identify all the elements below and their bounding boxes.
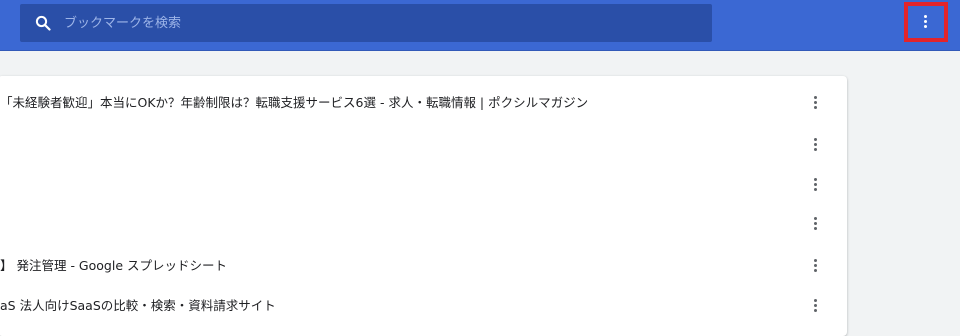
bookmark-row[interactable]: 「未経験者歓迎」本当にOKか？年齢制限は？転職支援サービス6選 - 求人・転職情… — [0, 84, 847, 122]
more-vert-icon — [814, 299, 818, 313]
more-vert-icon — [924, 15, 928, 29]
bookmark-title[interactable]: 】 発注管理 - Google スプレッドシート — [0, 247, 227, 285]
more-vert-icon — [814, 138, 818, 152]
search-icon — [35, 15, 51, 31]
bookmark-row[interactable] — [0, 166, 847, 204]
bookmark-menu-button[interactable] — [804, 173, 828, 197]
more-vert-icon — [814, 96, 818, 110]
bookmark-row[interactable] — [0, 126, 847, 164]
more-vert-icon — [814, 178, 818, 192]
bookmark-menu-button[interactable] — [804, 254, 828, 278]
bookmark-menu-button[interactable] — [804, 212, 828, 236]
bookmark-title[interactable]: 「未経験者歓迎」本当にOKか？年齢制限は？転職支援サービス6選 - 求人・転職情… — [0, 84, 588, 122]
bookmark-list: 「未経験者歓迎」本当にOKか？年齢制限は？転職支援サービス6選 - 求人・転職情… — [0, 76, 847, 336]
more-vert-icon — [814, 259, 818, 273]
search-box[interactable] — [20, 4, 712, 42]
menu-highlight-box — [904, 2, 948, 42]
more-vert-icon — [814, 217, 818, 231]
bookmark-menu-button[interactable] — [804, 133, 828, 157]
bookmark-title[interactable]: aS 法人向けSaaSの比較・検索・資料請求サイト — [0, 287, 276, 325]
bookmark-row[interactable] — [0, 205, 847, 243]
more-menu-button[interactable] — [908, 6, 944, 38]
bookmark-menu-button[interactable] — [804, 91, 828, 115]
bookmark-row[interactable]: aS 法人向けSaaSの比較・検索・資料請求サイト — [0, 287, 847, 325]
bookmark-menu-button[interactable] — [804, 294, 828, 318]
toolbar — [0, 0, 960, 51]
search-input[interactable] — [64, 4, 664, 42]
bookmark-row[interactable]: 】 発注管理 - Google スプレッドシート — [0, 247, 847, 285]
